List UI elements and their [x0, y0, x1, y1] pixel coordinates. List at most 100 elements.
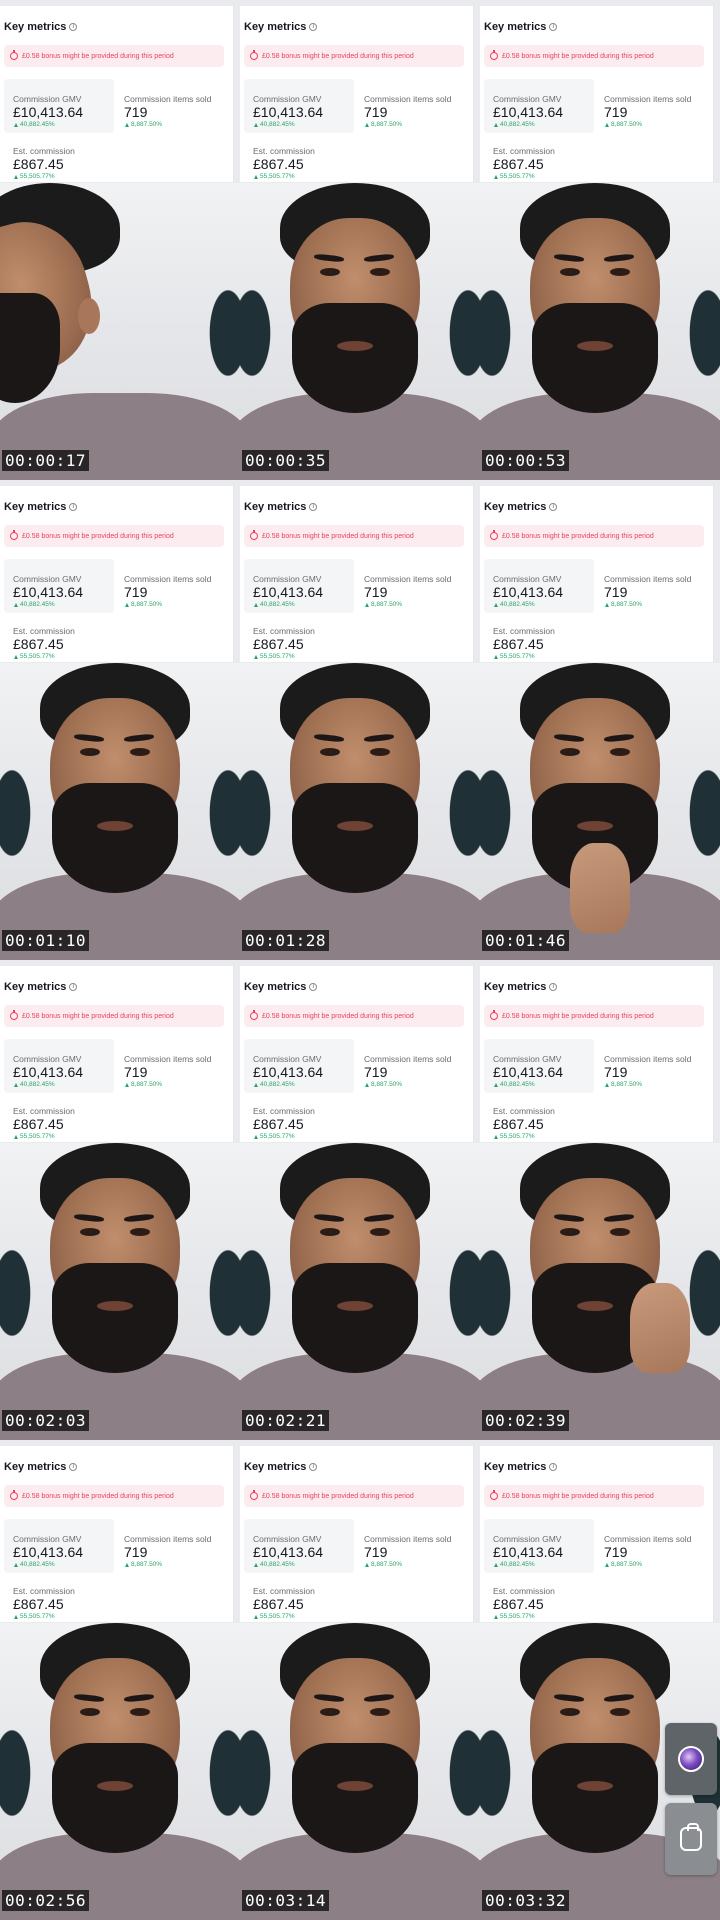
items-sold-change-text: 8,887.50%	[131, 121, 163, 128]
mouth	[97, 821, 133, 831]
commission-gmv-change-text: 40,882.45%	[20, 121, 55, 128]
items-sold-change: 8,887.50%	[605, 601, 642, 608]
bonus-alert-icon	[490, 1490, 498, 1500]
beard	[532, 1743, 658, 1853]
frame-timestamp: 00:01:28	[242, 930, 330, 951]
est-commission-change: 55,505.77%	[14, 1613, 55, 1620]
items-sold-value: 719	[604, 104, 628, 120]
commission-gmv-change-text: 40,882.45%	[20, 1561, 55, 1568]
bonus-alert-icon	[10, 1010, 18, 1020]
items-sold-label: Commission items sold	[604, 94, 692, 104]
items-sold-change: 8,887.50%	[125, 601, 162, 608]
commission-gmv-change-text: 40,882.45%	[500, 601, 535, 608]
items-sold-label: Commission items sold	[124, 1534, 212, 1544]
commission-gmv-value: £10,413.64	[253, 584, 324, 600]
info-icon[interactable]: i	[549, 23, 558, 31]
mouth	[577, 1781, 613, 1791]
info-icon[interactable]: i	[69, 983, 78, 991]
mouth	[577, 341, 613, 351]
shopping-bag-icon	[680, 1823, 702, 1851]
left-eye	[320, 748, 340, 756]
items-sold-label: Commission items sold	[124, 1054, 212, 1064]
right-eye	[130, 1228, 150, 1236]
up-arrow-icon	[125, 602, 129, 607]
items-sold-change: 8,887.50%	[125, 121, 162, 128]
items-sold-value: 719	[124, 1064, 148, 1080]
items-sold-label: Commission items sold	[604, 1534, 692, 1544]
commission-gmv-change: 40,882.45%	[494, 1561, 535, 1568]
info-icon[interactable]: i	[309, 23, 318, 31]
bonus-text: £0.58 bonus might be provided during thi…	[22, 1492, 174, 1500]
info-icon[interactable]: i	[549, 983, 558, 991]
items-sold-change: 8,887.50%	[365, 121, 402, 128]
est-commission-value: £867.45	[493, 1116, 544, 1132]
commission-gmv-label: Commission GMV	[253, 1054, 322, 1064]
est-commission-change: 55,505.77%	[14, 173, 55, 180]
info-icon[interactable]: i	[549, 503, 558, 511]
items-sold-change-text: 8,887.50%	[131, 1081, 163, 1088]
left-eye	[560, 268, 580, 276]
bonus-alert-icon	[490, 530, 498, 540]
est-commission-label: Est. commission	[13, 1586, 75, 1596]
key-metrics-card: Key metrics i £0.58 bonus might be provi…	[480, 966, 714, 1142]
info-icon[interactable]: i	[309, 503, 318, 511]
beard	[0, 293, 60, 403]
card-title-text: Key metrics	[484, 21, 547, 33]
frame-timestamp: 00:02:39	[482, 1410, 570, 1431]
items-sold-label: Commission items sold	[604, 1054, 692, 1064]
left-eye	[560, 1708, 580, 1716]
items-sold-change-text: 8,887.50%	[371, 601, 403, 608]
commission-gmv-value: £10,413.64	[253, 1064, 324, 1080]
bonus-text: £0.58 bonus might be provided during thi…	[262, 532, 414, 540]
info-icon[interactable]: i	[309, 983, 318, 991]
video-frame-cell: Key metrics i £0.58 bonus might be provi…	[0, 960, 240, 1440]
card-title: Key metrics i	[484, 981, 558, 993]
card-title-text: Key metrics	[4, 501, 67, 513]
info-icon[interactable]: i	[549, 1463, 558, 1471]
bonus-banner: £0.58 bonus might be provided during thi…	[244, 45, 464, 67]
bonus-alert-icon	[10, 1490, 18, 1500]
key-metrics-card: Key metrics i £0.58 bonus might be provi…	[0, 966, 234, 1142]
frame-timestamp: 00:01:10	[2, 930, 90, 951]
commission-gmv-change: 40,882.45%	[494, 121, 535, 128]
avatar-icon	[678, 1746, 704, 1772]
bonus-alert-icon	[250, 1010, 258, 1020]
items-sold-label: Commission items sold	[124, 574, 212, 584]
card-title-text: Key metrics	[244, 21, 307, 33]
floating-shop-button[interactable]	[665, 1803, 717, 1875]
commission-gmv-value: £10,413.64	[253, 104, 324, 120]
frame-timestamp: 00:02:21	[242, 1410, 330, 1431]
est-commission-change-text: 55,505.77%	[260, 1613, 295, 1620]
info-icon[interactable]: i	[69, 503, 78, 511]
est-commission-change-text: 55,505.77%	[500, 1613, 535, 1620]
items-sold-change: 8,887.50%	[125, 1561, 162, 1568]
items-sold-label: Commission items sold	[364, 1054, 452, 1064]
beard	[52, 1263, 178, 1373]
commission-gmv-label: Commission GMV	[493, 1534, 562, 1544]
info-icon[interactable]: i	[69, 23, 78, 31]
up-arrow-icon	[14, 654, 18, 659]
card-title: Key metrics i	[484, 1461, 558, 1473]
bonus-banner: £0.58 bonus might be provided during thi…	[484, 45, 704, 67]
up-arrow-icon	[494, 654, 498, 659]
card-title: Key metrics i	[244, 21, 318, 33]
frame-timestamp: 00:00:53	[482, 450, 570, 471]
est-commission-change-text: 55,505.77%	[20, 1613, 55, 1620]
info-icon[interactable]: i	[69, 1463, 78, 1471]
est-commission-change-text: 55,505.77%	[20, 173, 55, 180]
items-sold-value: 719	[604, 584, 628, 600]
card-title: Key metrics i	[484, 21, 558, 33]
frame-timestamp: 00:02:03	[2, 1410, 90, 1431]
bonus-alert-icon	[250, 530, 258, 540]
commission-gmv-label: Commission GMV	[13, 1054, 82, 1064]
card-title: Key metrics i	[4, 21, 78, 33]
commission-gmv-value: £10,413.64	[13, 584, 84, 600]
video-frame-cell: Key metrics i £0.58 bonus might be provi…	[480, 480, 720, 960]
webcam-frame	[240, 663, 480, 960]
floating-avatar-button[interactable]	[665, 1723, 717, 1795]
up-arrow-icon	[254, 1082, 258, 1087]
mouth	[577, 1301, 613, 1311]
commission-gmv-label: Commission GMV	[253, 1534, 322, 1544]
card-title: Key metrics i	[4, 1461, 78, 1473]
info-icon[interactable]: i	[309, 1463, 318, 1471]
